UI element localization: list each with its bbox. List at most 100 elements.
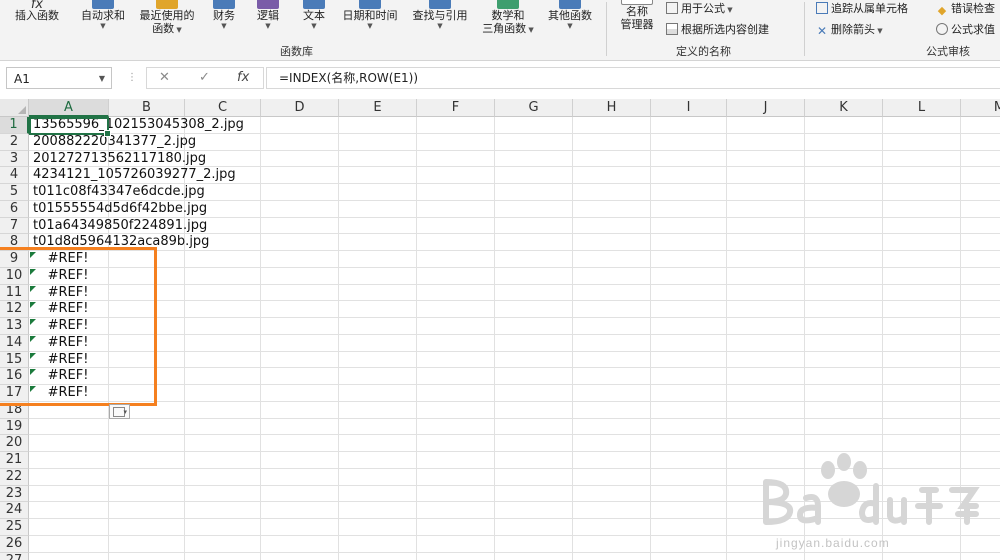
chevron-down-icon: ▼ bbox=[265, 22, 271, 30]
financial-button[interactable]: 财务 ▼ bbox=[206, 0, 242, 31]
column-header-h[interactable]: H bbox=[573, 99, 651, 117]
formula-buttons: ✕ ✓ fx bbox=[146, 67, 264, 89]
formula-input[interactable]: =INDEX(名称,ROW(E1)) bbox=[266, 67, 1000, 89]
gridline bbox=[29, 518, 1000, 519]
gridline bbox=[29, 283, 1000, 285]
logical-button[interactable]: 逻辑 ▼ bbox=[250, 0, 286, 31]
chevron-down-icon: ▾ bbox=[123, 408, 127, 416]
text-button[interactable]: 文本 ▼ bbox=[296, 0, 332, 31]
gridline bbox=[29, 384, 1000, 385]
evaluate-formula-button[interactable]: 公式求值 bbox=[936, 21, 995, 37]
remove-arrows-icon: ✕ bbox=[816, 24, 828, 38]
gridline bbox=[29, 534, 1000, 536]
row-header-27[interactable]: 27 bbox=[0, 552, 29, 560]
chevron-down-icon: ▼ bbox=[367, 22, 373, 30]
formula-bar-resize-handle[interactable]: ⋮ bbox=[127, 72, 138, 83]
row-header-1[interactable]: 1 bbox=[0, 117, 29, 134]
lookup-reference-button[interactable]: 查找与引用 ▼ bbox=[406, 0, 474, 31]
gridline bbox=[260, 117, 261, 560]
row-header-26[interactable]: 26 bbox=[0, 535, 29, 553]
select-all-button[interactable] bbox=[0, 99, 29, 117]
gridline bbox=[29, 300, 1000, 302]
filename-cell[interactable]: t01a64349850f224891.jpg bbox=[33, 218, 207, 235]
column-header-m[interactable]: M bbox=[961, 99, 1000, 117]
text-icon bbox=[303, 0, 325, 9]
row-header-25[interactable]: 25 bbox=[0, 519, 29, 536]
highlight-box bbox=[0, 247, 157, 406]
column-header-e[interactable]: E bbox=[339, 99, 417, 117]
create-from-selection-button[interactable]: 根据所选内容创建 bbox=[666, 21, 769, 37]
row-header-4[interactable]: 4 bbox=[0, 167, 29, 184]
name-box[interactable]: A1 ▼ bbox=[6, 67, 112, 89]
column-header-d[interactable]: D bbox=[261, 99, 339, 117]
row-header-6[interactable]: 6 bbox=[0, 200, 29, 218]
remove-arrows-button[interactable]: ✕ 删除箭头 ▼ bbox=[816, 21, 883, 37]
chevron-down-icon[interactable]: ▼ bbox=[99, 68, 105, 90]
column-header-i[interactable]: I bbox=[651, 99, 727, 117]
column-header-f[interactable]: F bbox=[417, 99, 495, 117]
row-header-20[interactable]: 20 bbox=[0, 435, 29, 452]
error-checking-button[interactable]: ◆ 错误检查 bbox=[936, 0, 995, 17]
gridline bbox=[572, 117, 573, 560]
group-divider bbox=[804, 2, 805, 56]
gridline bbox=[726, 117, 727, 560]
gridline bbox=[29, 333, 1000, 335]
autosum-button[interactable]: 自动求和 ▼ bbox=[76, 0, 130, 31]
gridline bbox=[29, 451, 1000, 452]
enter-icon[interactable]: ✓ bbox=[199, 70, 210, 85]
gridline bbox=[29, 434, 1000, 436]
more-functions-button[interactable]: 其他函数 ▼ bbox=[542, 0, 598, 31]
column-header-k[interactable]: K bbox=[805, 99, 883, 117]
row-header-19[interactable]: 19 bbox=[0, 418, 29, 436]
column-header-l[interactable]: L bbox=[883, 99, 961, 117]
chevron-down-icon: ▼ bbox=[311, 22, 317, 30]
ribbon: fx 插入函数 自动求和 ▼ 最近使用的 函数 ▼ 财务 ▼ 逻辑 ▼ 文本 ▼ 日期和… bbox=[0, 0, 1000, 61]
column-header-g[interactable]: G bbox=[495, 99, 573, 117]
trace-dependents-button[interactable]: 追踪从属单元格 bbox=[816, 0, 908, 16]
group-label-formula-auditing: 公式审核 bbox=[926, 45, 970, 58]
use-in-formula-button[interactable]: 用于公式 ▼ bbox=[666, 0, 733, 16]
datetime-button[interactable]: 日期和时间 ▼ bbox=[336, 0, 404, 31]
row-header-23[interactable]: 23 bbox=[0, 485, 29, 503]
name-manager-button[interactable]: 名称 管理器 bbox=[614, 0, 660, 31]
gridline bbox=[650, 117, 651, 560]
evaluate-formula-icon bbox=[936, 23, 948, 35]
filename-cell[interactable]: 200882220341377_2.jpg bbox=[33, 134, 196, 151]
gridline bbox=[29, 501, 1000, 503]
insert-function-icon[interactable]: fx bbox=[237, 70, 249, 85]
financial-icon bbox=[213, 0, 235, 9]
row-header-22[interactable]: 22 bbox=[0, 468, 29, 486]
filename-cell[interactable]: t01555554d5d6f42bbe.jpg bbox=[33, 201, 207, 218]
chevron-down-icon: ▼ bbox=[174, 26, 182, 34]
filename-cell[interactable]: 4234121_105726039277_2.jpg bbox=[33, 167, 236, 184]
gridline bbox=[29, 400, 1000, 402]
chevron-down-icon: ▼ bbox=[100, 22, 106, 30]
warning-icon: ◆ bbox=[937, 4, 947, 17]
gridline bbox=[29, 484, 1000, 486]
insert-function-button[interactable]: fx 插入函数 bbox=[8, 0, 66, 22]
cancel-icon[interactable]: ✕ bbox=[159, 70, 170, 85]
column-header-b[interactable]: B bbox=[109, 99, 185, 117]
gridline bbox=[338, 117, 339, 560]
row-header-3[interactable]: 3 bbox=[0, 150, 29, 168]
column-header-a[interactable]: A bbox=[29, 99, 109, 117]
chevron-down-icon: ▼ bbox=[725, 6, 733, 14]
gridline bbox=[29, 350, 1000, 352]
filename-cell[interactable]: t011c08f43347e6dcde.jpg bbox=[33, 184, 205, 201]
row-header-21[interactable]: 21 bbox=[0, 452, 29, 469]
calendar-icon bbox=[359, 0, 381, 9]
row-header-5[interactable]: 5 bbox=[0, 184, 29, 201]
chevron-down-icon: ▼ bbox=[437, 22, 443, 30]
row-header-2[interactable]: 2 bbox=[0, 133, 29, 151]
recent-functions-button[interactable]: 最近使用的 函数 ▼ bbox=[134, 0, 200, 37]
paste-options-button[interactable]: ▾ bbox=[109, 404, 130, 419]
row-header-24[interactable]: 24 bbox=[0, 502, 29, 519]
group-label-defined-names: 定义的名称 bbox=[676, 45, 731, 58]
column-header-j[interactable]: J bbox=[727, 99, 805, 117]
trace-dependents-icon bbox=[816, 2, 828, 14]
column-header-c[interactable]: C bbox=[185, 99, 261, 117]
lookup-icon bbox=[429, 0, 451, 9]
filename-cell[interactable]: 201272713562117180.jpg bbox=[33, 151, 206, 168]
row-header-7[interactable]: 7 bbox=[0, 217, 29, 235]
math-trig-button[interactable]: 数学和 三角函数 ▼ bbox=[476, 0, 540, 37]
